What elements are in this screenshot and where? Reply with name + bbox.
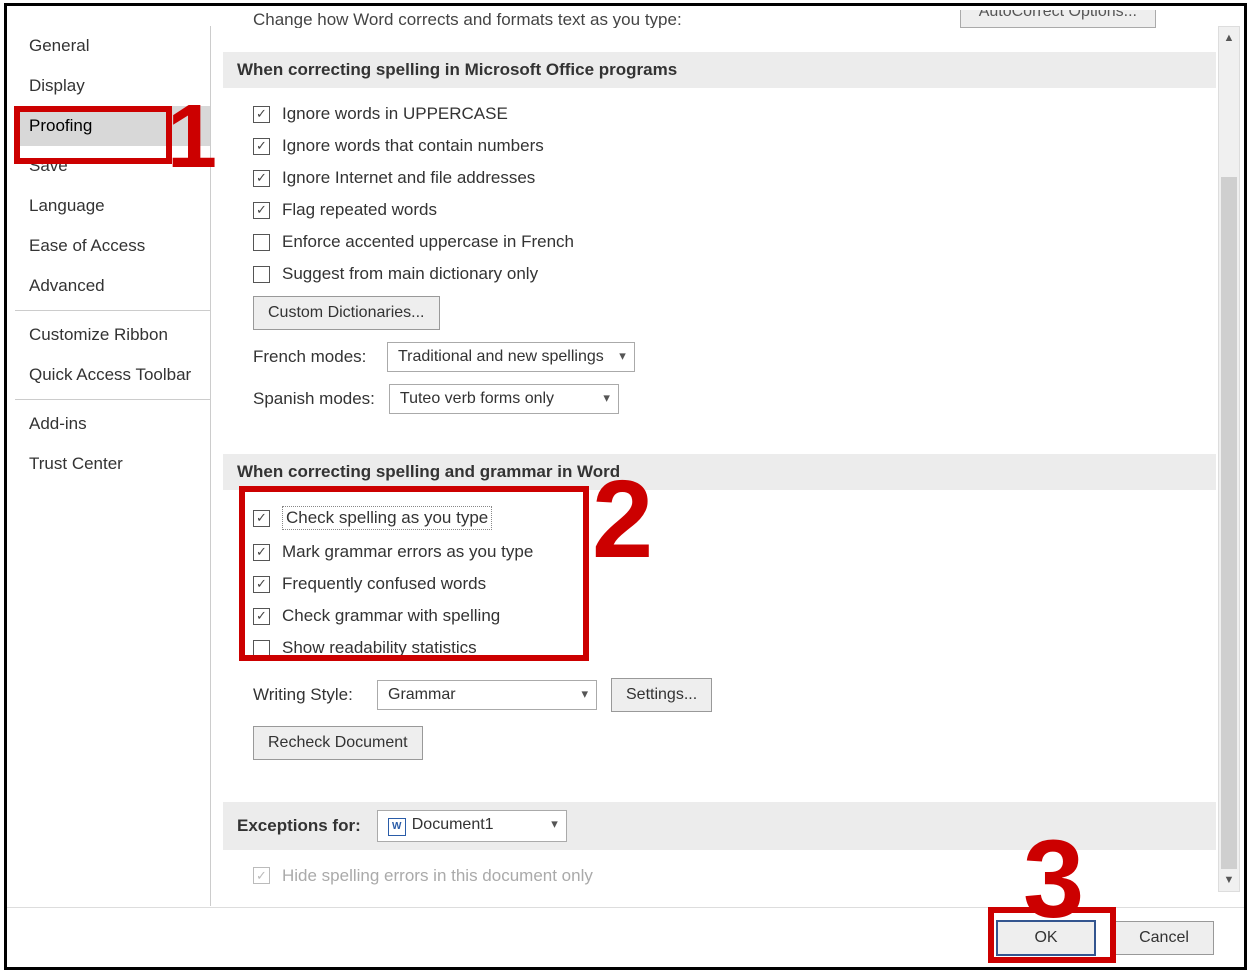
- checkbox-ignore-numbers[interactable]: [253, 138, 270, 155]
- checkbox-ignore-uppercase[interactable]: [253, 106, 270, 123]
- label-ignore-numbers: Ignore words that contain numbers: [282, 136, 544, 156]
- cut-off-text: Change how Word corrects and formats tex…: [253, 10, 682, 28]
- spanish-modes-dropdown[interactable]: Tuteo verb forms only: [389, 384, 619, 414]
- cancel-button[interactable]: Cancel: [1114, 921, 1214, 955]
- sidebar: General Display Proofing Save Language E…: [15, 26, 211, 906]
- spanish-modes-label: Spanish modes:: [253, 389, 375, 409]
- french-modes-dropdown[interactable]: Traditional and new spellings: [387, 342, 635, 372]
- sidebar-item-proofing[interactable]: Proofing: [15, 106, 210, 146]
- exceptions-document-dropdown[interactable]: W Document1: [377, 810, 567, 842]
- label-check-grammar-with-spelling: Check grammar with spelling: [282, 606, 500, 626]
- label-ignore-internet: Ignore Internet and file addresses: [282, 168, 535, 188]
- sidebar-item-general[interactable]: General: [15, 26, 210, 66]
- vertical-scrollbar[interactable]: ▲ ▼: [1218, 26, 1240, 892]
- checkbox-show-readability[interactable]: [253, 640, 270, 657]
- ok-button[interactable]: OK: [996, 920, 1096, 956]
- sidebar-item-ease-of-access[interactable]: Ease of Access: [15, 226, 210, 266]
- dialog-footer: OK Cancel: [7, 907, 1244, 967]
- scroll-down-arrow-icon[interactable]: ▼: [1219, 869, 1239, 891]
- sidebar-item-customize-ribbon[interactable]: Customize Ribbon: [15, 315, 210, 355]
- checkbox-check-grammar-with-spelling[interactable]: [253, 608, 270, 625]
- scroll-up-arrow-icon[interactable]: ▲: [1219, 27, 1239, 49]
- recheck-document-button[interactable]: Recheck Document: [253, 726, 423, 760]
- checkbox-enforce-accented[interactable]: [253, 234, 270, 251]
- scrollbar-thumb[interactable]: [1221, 177, 1237, 877]
- checkbox-flag-repeated[interactable]: [253, 202, 270, 219]
- checkbox-suggest-main-dictionary[interactable]: [253, 266, 270, 283]
- section-body-2: Check spelling as you type Mark grammar …: [223, 490, 1216, 778]
- label-flag-repeated: Flag repeated words: [282, 200, 437, 220]
- sidebar-item-language[interactable]: Language: [15, 186, 210, 226]
- label-frequently-confused: Frequently confused words: [282, 574, 486, 594]
- options-dialog: General Display Proofing Save Language E…: [4, 3, 1247, 970]
- exceptions-document-value: Document1: [412, 816, 494, 833]
- label-show-readability: Show readability statistics: [282, 638, 477, 658]
- cut-off-row: Change how Word corrects and formats tex…: [223, 10, 1216, 28]
- sidebar-item-display[interactable]: Display: [15, 66, 210, 106]
- autocorrect-options-button[interactable]: AutoCorrect Options...: [960, 10, 1156, 28]
- writing-style-dropdown[interactable]: Grammar: [377, 680, 597, 710]
- label-ignore-uppercase: Ignore words in UPPERCASE: [282, 104, 508, 124]
- sidebar-item-trust-center[interactable]: Trust Center: [15, 444, 210, 484]
- writing-style-label: Writing Style:: [253, 685, 363, 705]
- sidebar-item-save[interactable]: Save: [15, 146, 210, 186]
- section-header-exceptions: Exceptions for: W Document1: [223, 802, 1216, 850]
- custom-dictionaries-button[interactable]: Custom Dictionaries...: [253, 296, 440, 330]
- label-enforce-accented: Enforce accented uppercase in French: [282, 232, 574, 252]
- section-header-office-spelling: When correcting spelling in Microsoft Of…: [223, 52, 1216, 88]
- checkbox-mark-grammar[interactable]: [253, 544, 270, 561]
- sidebar-item-advanced[interactable]: Advanced: [15, 266, 210, 306]
- label-suggest-main-dictionary: Suggest from main dictionary only: [282, 264, 538, 284]
- checkbox-check-spelling-as-you-type[interactable]: [253, 510, 270, 527]
- section-body-1: Ignore words in UPPERCASE Ignore words t…: [223, 88, 1216, 430]
- word-document-icon: W: [388, 818, 406, 836]
- french-modes-label: French modes:: [253, 347, 373, 367]
- exceptions-label: Exceptions for:: [237, 816, 361, 836]
- checkbox-ignore-internet[interactable]: [253, 170, 270, 187]
- content-pane: Change how Word corrects and formats tex…: [223, 10, 1216, 897]
- sidebar-item-add-ins[interactable]: Add-ins: [15, 404, 210, 444]
- section-header-word-grammar: When correcting spelling and grammar in …: [223, 454, 1216, 490]
- label-check-spelling-as-you-type: Check spelling as you type: [282, 506, 492, 530]
- label-mark-grammar: Mark grammar errors as you type: [282, 542, 533, 562]
- sidebar-item-quick-access-toolbar[interactable]: Quick Access Toolbar: [15, 355, 210, 395]
- checkbox-hide-spelling-errors: [253, 867, 270, 884]
- section-body-3: Hide spelling errors in this document on…: [223, 850, 1216, 898]
- label-hide-spelling-errors: Hide spelling errors in this document on…: [282, 866, 593, 886]
- settings-button[interactable]: Settings...: [611, 678, 712, 712]
- checkbox-frequently-confused[interactable]: [253, 576, 270, 593]
